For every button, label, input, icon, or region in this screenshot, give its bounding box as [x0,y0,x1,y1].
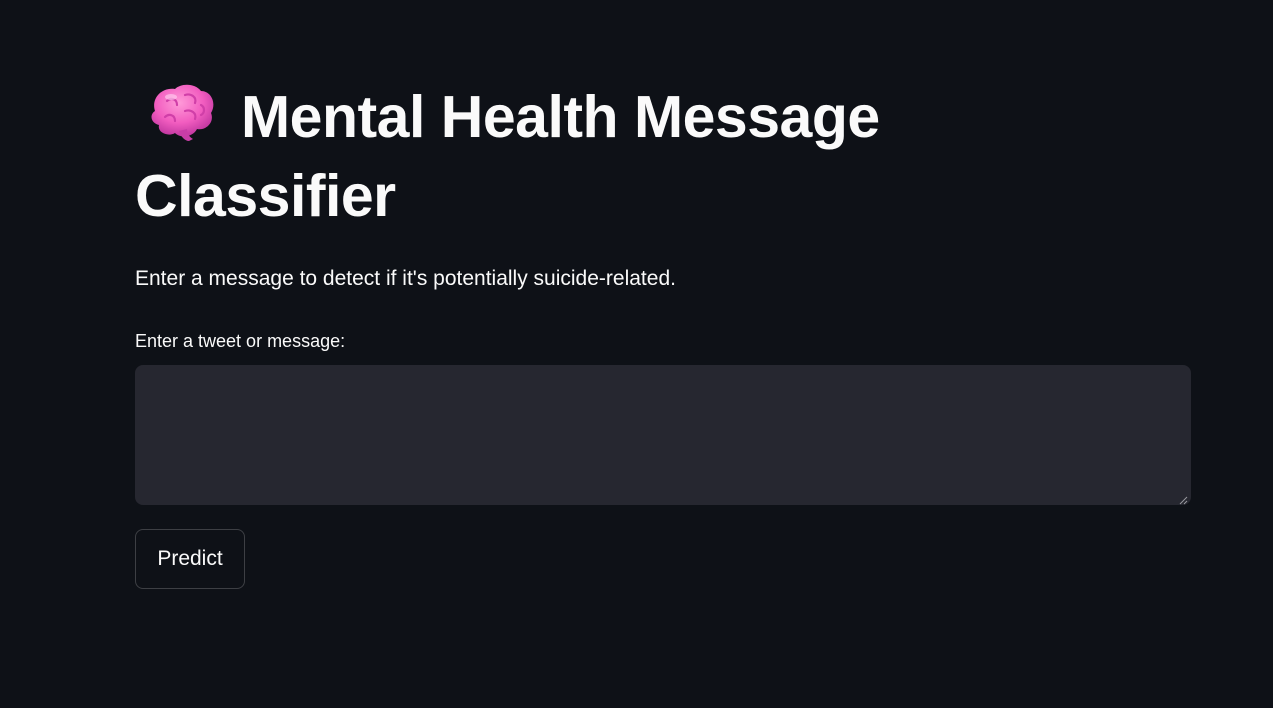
message-input[interactable] [135,365,1191,505]
message-input-label: Enter a tweet or message: [135,331,346,351]
page-title: Mental Health Message Classifier [135,78,1035,236]
brain-icon [145,81,217,145]
resize-handle-icon[interactable] [1178,492,1188,505]
predict-button[interactable]: Predict [135,529,245,589]
message-input-container [135,365,1191,505]
intro-text: Enter a message to detect if it's potent… [135,267,676,290]
page-title-text: Mental Health Message Classifier [135,84,880,229]
